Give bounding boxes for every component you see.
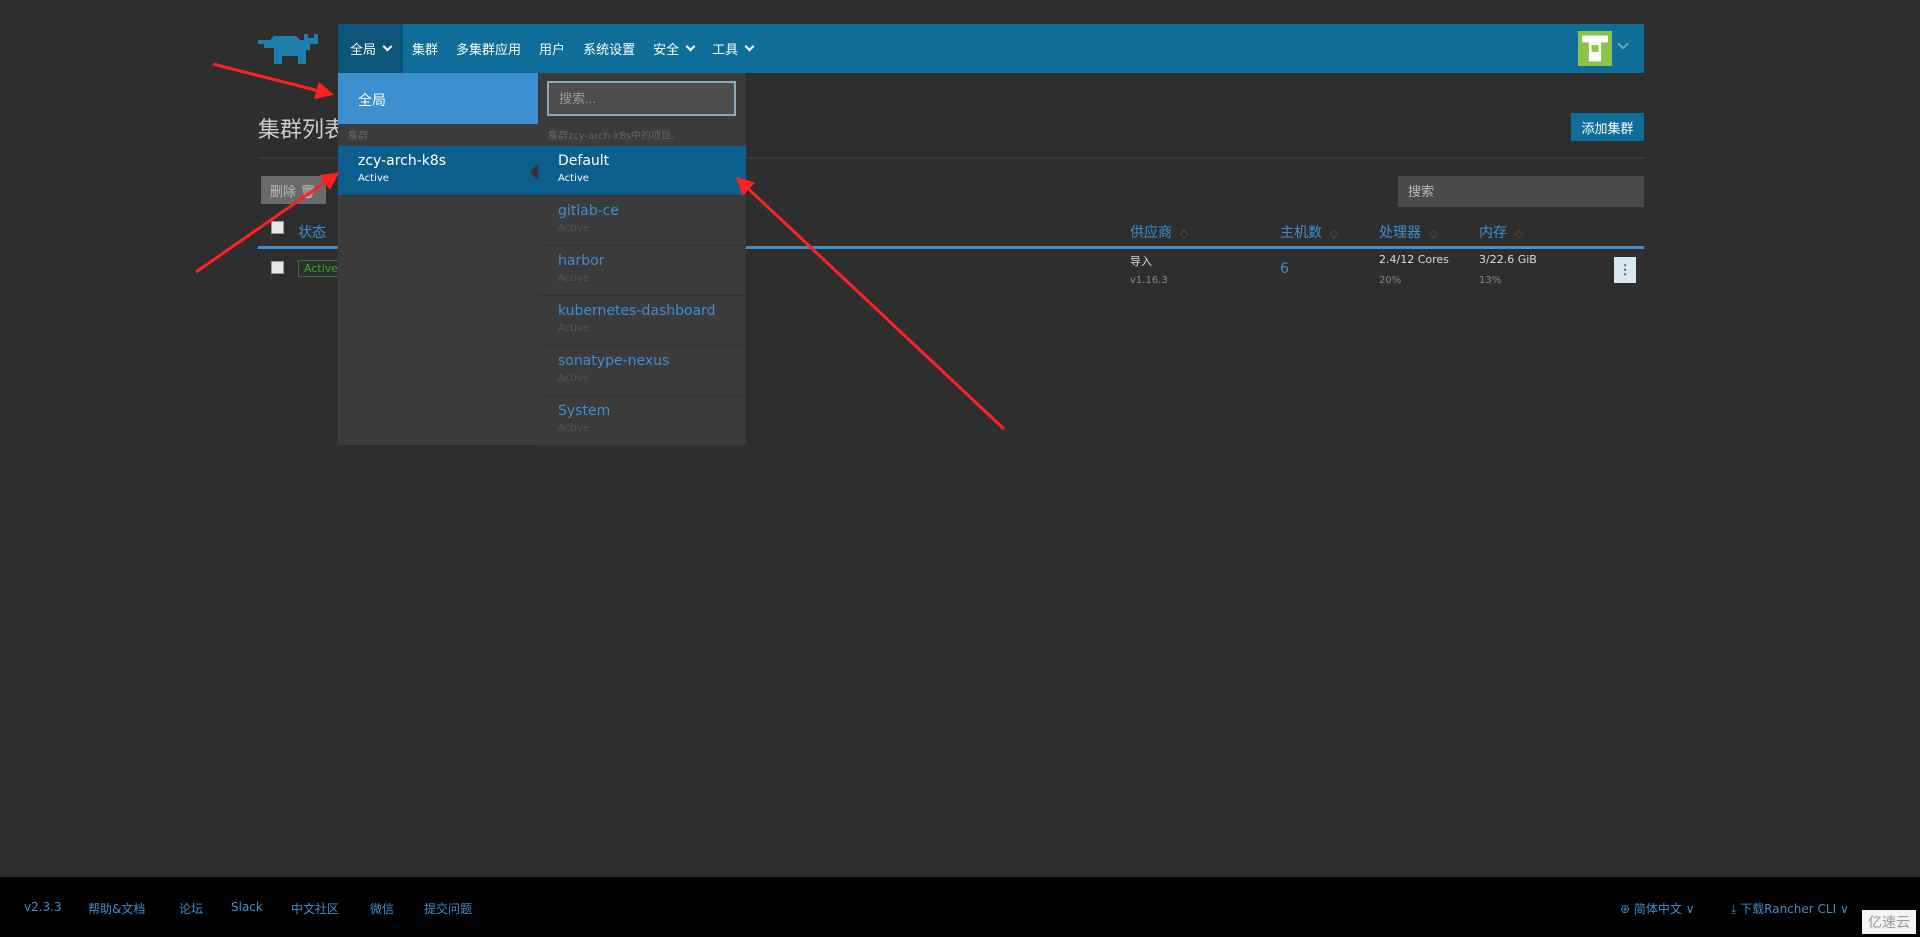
select-all-checkbox[interactable] [271,221,284,234]
host-count[interactable]: 6 [1280,261,1289,277]
delete-button[interactable]: 删除 🗑 [261,176,326,204]
header-provider[interactable]: 供应商 ◇ [1130,222,1188,242]
search-input[interactable] [1398,176,1644,207]
header-cpu[interactable]: 处理器 ◇ [1379,222,1437,242]
nav-global[interactable]: 全局 [338,24,404,73]
cpu-percent: 20% [1379,275,1402,286]
download-icon: ⤓ [1731,902,1737,916]
project-item[interactable]: System Active [538,396,746,446]
trash-icon: 🗑 [299,183,317,199]
chevron-down-icon [382,41,393,52]
globe-icon: ⊕ [1620,902,1631,916]
cpu-usage: 2.4/12 Cores [1379,253,1449,266]
cluster-caption: 集群 [348,131,368,142]
sort-icon: ◇ [1515,227,1524,240]
avatar[interactable] [1578,31,1612,66]
version: v1.16.3 [1130,275,1168,286]
nav-security[interactable]: 安全 [644,24,703,73]
footer-forum[interactable]: 论坛 [179,900,203,917]
footer-help-docs[interactable]: 帮助&文档 [88,900,145,917]
nav-users[interactable]: 用户 [530,24,574,73]
provider: 导入 [1130,255,1152,268]
footer-cn-community[interactable]: 中文社区 [291,900,339,917]
header-memory[interactable]: 内存 ◇ [1479,222,1523,242]
memory-percent: 13% [1479,275,1502,286]
nav-tools[interactable]: 工具 [703,24,762,73]
chevron-down-icon [685,41,696,52]
language-selector[interactable]: ⊕ 简体中文 ∨ [1620,900,1695,917]
header-hosts[interactable]: 主机数 ◇ [1280,222,1338,242]
cluster-dropdown-panel [338,73,538,445]
footer-version[interactable]: v2.3.3 [24,900,62,914]
project-item[interactable]: kubernetes-dashboard Active [538,296,746,346]
cluster-item[interactable]: zcy-arch-k8s Active [338,146,538,196]
project-caption: 集群zcy-arch-k8s中的项目。 [548,131,681,142]
arrow-annotation [735,176,1006,431]
project-item[interactable]: sonatype-nexus Active [538,346,746,396]
project-list: Default Active gitlab-ce Active harbor Acti… [538,146,746,446]
watermark: 亿速云 [1862,910,1916,934]
row-checkbox[interactable] [271,261,284,274]
project-item[interactable]: gitlab-ce Active [538,196,746,246]
dropdown-global-item[interactable]: 全局 [338,73,538,124]
chevron-down-icon [744,41,755,52]
download-cli[interactable]: ⤓ 下载Rancher CLI ∨ [1731,900,1849,917]
project-item[interactable]: harbor Active [538,246,746,296]
project-search-input[interactable] [547,81,736,116]
nav-settings[interactable]: 系统设置 [574,24,644,73]
caret-icon [530,164,538,180]
header-state[interactable]: 状态 [298,222,326,242]
nav-clusters[interactable]: 集群 [403,24,447,73]
rancher-logo[interactable] [258,34,322,66]
sort-icon: ◇ [1330,227,1339,240]
project-item[interactable]: Default Active [538,146,746,196]
footer-file-issue[interactable]: 提交问题 [424,900,472,917]
top-nav: 全局 集群 多集群应用 用户 系统设置 安全 工具 [338,24,1644,73]
memory-usage: 3/22.6 GiB [1479,253,1537,266]
page-title: 集群列表 [258,118,347,143]
add-cluster-button[interactable]: 添加集群 [1571,113,1644,141]
sort-icon: ◇ [1180,227,1189,240]
sort-icon: ◇ [1429,227,1438,240]
row-actions-button[interactable]: ⋮ [1614,257,1636,283]
footer-slack[interactable]: Slack [231,900,263,914]
footer-wechat[interactable]: 微信 [370,900,394,917]
arrow-annotation [212,62,334,100]
nav-multi-cluster-apps[interactable]: 多集群应用 [447,24,530,73]
